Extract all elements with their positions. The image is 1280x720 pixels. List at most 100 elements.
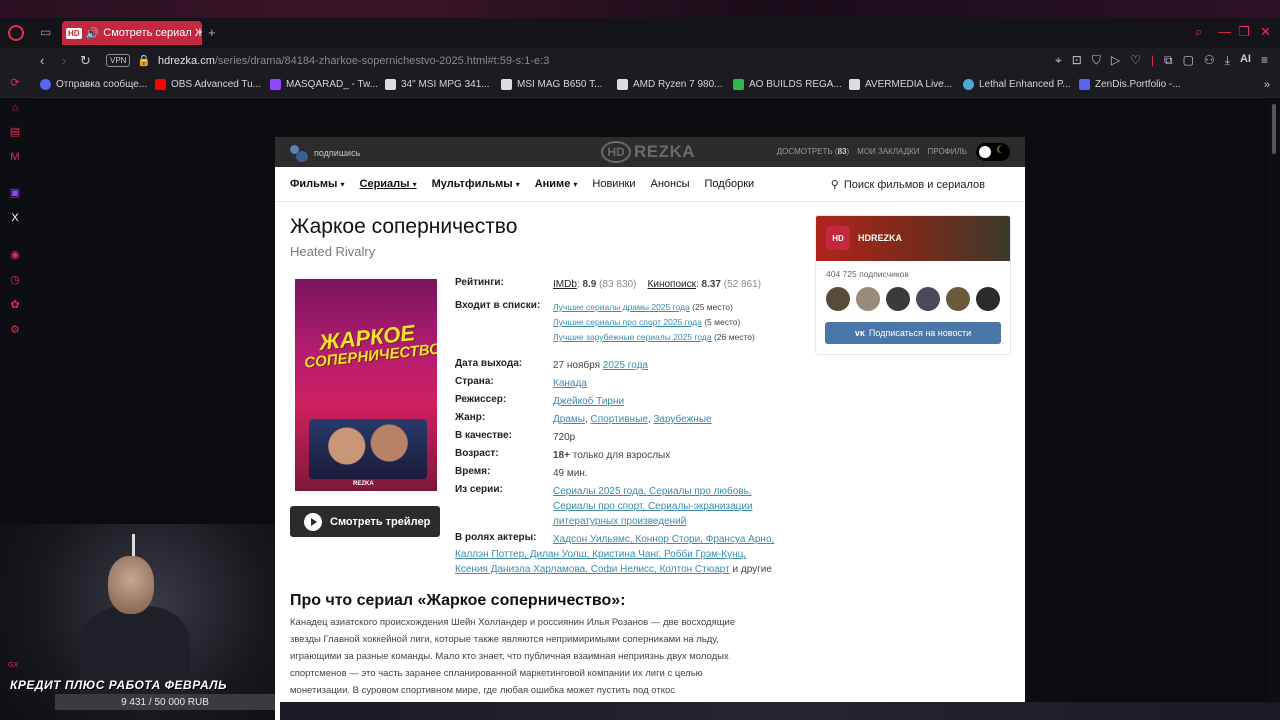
x-icon[interactable]: X (9, 212, 21, 224)
clipboard-icon[interactable]: ▢ (1183, 53, 1194, 68)
twitch-icon[interactable]: ▣ (9, 187, 21, 199)
bookmark-item[interactable]: AO BUILDS REGA... (733, 79, 842, 90)
speaker-icon[interactable]: 🔊 (86, 27, 100, 40)
back-icon[interactable]: ‹ (40, 53, 44, 68)
nav-cartoons[interactable]: Мультфильмы ▾ (432, 178, 520, 190)
tab-active[interactable]: HD 🔊 Смотреть сериал Жар (62, 21, 202, 45)
series-collection-link[interactable]: Сериалы 2025 года, Сериалы про любовь, (553, 484, 798, 499)
list-link[interactable]: Лучшие сериалы драмы 2025 года (553, 302, 690, 312)
series-collection-link[interactable]: Сериалы про спорт, Сериалы-экранизации (553, 499, 798, 514)
actor-link[interactable]: Каллэн Поттер, Дилан Уолш, Кристина Чанг… (455, 549, 746, 560)
nav-series[interactable]: Сериалы ▾ (360, 178, 417, 190)
ai-button[interactable]: AI (1240, 53, 1251, 68)
heart-icon[interactable]: ♡ (1130, 53, 1141, 68)
close-icon[interactable]: ✕ (1260, 24, 1271, 40)
bookmarks-more-icon[interactable]: » (1264, 79, 1270, 91)
forward-icon[interactable]: › (62, 53, 66, 68)
country-link[interactable]: Канада (553, 378, 587, 389)
tab-islands-icon[interactable]: ▭ (40, 25, 51, 39)
bookmark-item[interactable]: MASQARAD_ - Tw... (270, 79, 378, 90)
search-icon: ⚲ (830, 179, 839, 191)
page-scrollbar[interactable] (1272, 104, 1276, 154)
mail-icon[interactable]: M (9, 151, 21, 163)
shield-icon[interactable]: ⛉ (1092, 53, 1101, 68)
watch-trailer-button[interactable]: Смотреть трейлер (290, 506, 440, 537)
info-row-quality: В качестве: 720p (455, 430, 798, 445)
description-text: Канадец азиатского происхождения Шейн Хо… (290, 617, 736, 696)
actor-link[interactable]: Ксения Даниэла Харламова, Софи Нелисс, К… (455, 564, 730, 575)
bag-icon[interactable]: ⌂ (9, 102, 21, 114)
list-link[interactable]: Лучшие зарубежные сериалы 2025 года (553, 332, 712, 342)
poster-image[interactable]: ЖАРКОЕ СОПЕРНИЧЕСТВО REZKA (295, 279, 437, 491)
nav-new[interactable]: Новинки (592, 178, 635, 190)
info-row-age: Возраст: 18+ только для взрослых (455, 448, 671, 461)
search-tabs-icon[interactable]: ⌕ (1195, 24, 1202, 40)
control-icon[interactable]: ▤ (9, 126, 21, 138)
minimize-icon[interactable]: — (1218, 24, 1231, 39)
nav-announce[interactable]: Анонсы (650, 178, 689, 190)
bookmark-item[interactable]: MSI MAG B650 T... (501, 79, 602, 90)
vk-cover: HD HDREZKA (816, 216, 1010, 261)
bookmark-item[interactable]: AMD Ryzen 7 980... (617, 79, 722, 90)
vpn-badge[interactable]: VPN (106, 54, 131, 67)
nav-collections[interactable]: Подборки (705, 178, 755, 190)
info-label: Возраст: (455, 448, 499, 459)
site-logo[interactable]: HD REZKA (601, 141, 695, 163)
vk-group-avatar: HD (826, 226, 850, 250)
bookmarks-link[interactable]: МОИ ЗАКЛАДКИ (857, 147, 919, 156)
play-icon[interactable]: ▷ (1111, 53, 1120, 68)
actor-link[interactable]: Хадсон Уильямс, Коннор Стори, Франсуа Ар… (553, 532, 803, 547)
url-field[interactable]: hdrezka.cm/series/drama/84184-zharkoe-so… (158, 55, 549, 67)
player-icon[interactable]: ◉ (9, 249, 21, 261)
nav-films[interactable]: Фильмы ▾ (290, 178, 345, 190)
genre-link[interactable]: Спортивные (591, 414, 648, 425)
account-icon[interactable]: ⚇ (1204, 53, 1215, 68)
bookmark-label: OBS Advanced Tu... (171, 79, 262, 90)
history-icon[interactable]: ◷ (9, 274, 21, 286)
desktop-background-strip (280, 702, 1280, 720)
menu-icon[interactable]: ≡ (1261, 53, 1268, 68)
download-icon[interactable]: ⤓ (1225, 53, 1230, 68)
vk-group-widget[interactable]: HD HDREZKA 404 725 подписчиков ᴠᴋ Подпис… (815, 215, 1011, 355)
genre-link[interactable]: Зарубежные (653, 414, 711, 425)
pin-icon[interactable]: ⌖ (1055, 53, 1062, 68)
speed-dial-icon[interactable]: ⟳ (9, 77, 21, 89)
genre-link[interactable]: Драмы (553, 414, 585, 425)
vk-group-name[interactable]: HDREZKA (858, 233, 902, 243)
list-link[interactable]: Лучшие сериалы про спорт 2025 года (553, 317, 702, 327)
bookmark-item[interactable]: AVERMEDIA Live... (849, 79, 952, 90)
description-heading: Про что сериал «Жаркое соперничество»: (290, 592, 626, 609)
theme-toggle[interactable]: ☾ (976, 143, 1010, 161)
hdrezka-page: подпишись HD REZKA ДОСМОТРЕТЬ (83) МОИ З… (275, 137, 1025, 720)
reload-icon[interactable]: ↻ (80, 53, 91, 69)
subscribe-link[interactable]: подпишись (290, 145, 360, 162)
bookmark-item[interactable]: ZenDis.Portfolio -... (1079, 79, 1181, 90)
opera-logo-icon[interactable] (8, 25, 24, 41)
avatar (886, 287, 910, 311)
info-row-genre: Жанр: Драмы, Спортивные, Зарубежные (455, 412, 712, 425)
year-link[interactable]: 2025 года (603, 360, 648, 371)
watch-later-link[interactable]: ДОСМОТРЕТЬ (83) (777, 147, 849, 156)
search-input[interactable]: ⚲ Поиск фильмов и сериалов (830, 178, 985, 192)
amazon-icon (617, 79, 628, 90)
vk-subscribe-button[interactable]: ᴠᴋ Подписаться на новости (825, 322, 1001, 344)
bookmark-item[interactable]: Отправка сообще... (40, 79, 147, 90)
bookmark-item[interactable]: 34" MSI MPG 341... (385, 79, 490, 90)
settings-icon[interactable]: ⚙ (9, 324, 21, 336)
kp-link[interactable]: Кинопоиск (648, 279, 696, 290)
extensions-icon[interactable]: ✿ (9, 299, 21, 311)
info-label: Время: (455, 466, 491, 477)
bookmark-item[interactable]: OBS Advanced Tu... (155, 79, 261, 90)
snapshot-icon[interactable]: ⊡ (1072, 53, 1082, 68)
director-link[interactable]: Джейкоб Тирни (553, 396, 624, 407)
bookmark-item[interactable]: Lethal Enhanced P... (963, 79, 1071, 90)
new-tab-icon[interactable]: + (208, 25, 216, 40)
bookmark-label: MSI MAG B650 T... (517, 79, 603, 90)
lock-icon[interactable]: 🔒 (137, 54, 151, 67)
profile-link[interactable]: ПРОФИЛЬ (928, 147, 967, 156)
maximize-icon[interactable]: ❐ (1238, 24, 1250, 40)
extensions-icon[interactable]: ⧉ (1164, 53, 1173, 68)
imdb-link[interactable]: IMDb (553, 279, 577, 290)
series-collection-link[interactable]: литературных произведений (553, 514, 798, 529)
nav-anime[interactable]: Аниме ▾ (535, 178, 578, 190)
